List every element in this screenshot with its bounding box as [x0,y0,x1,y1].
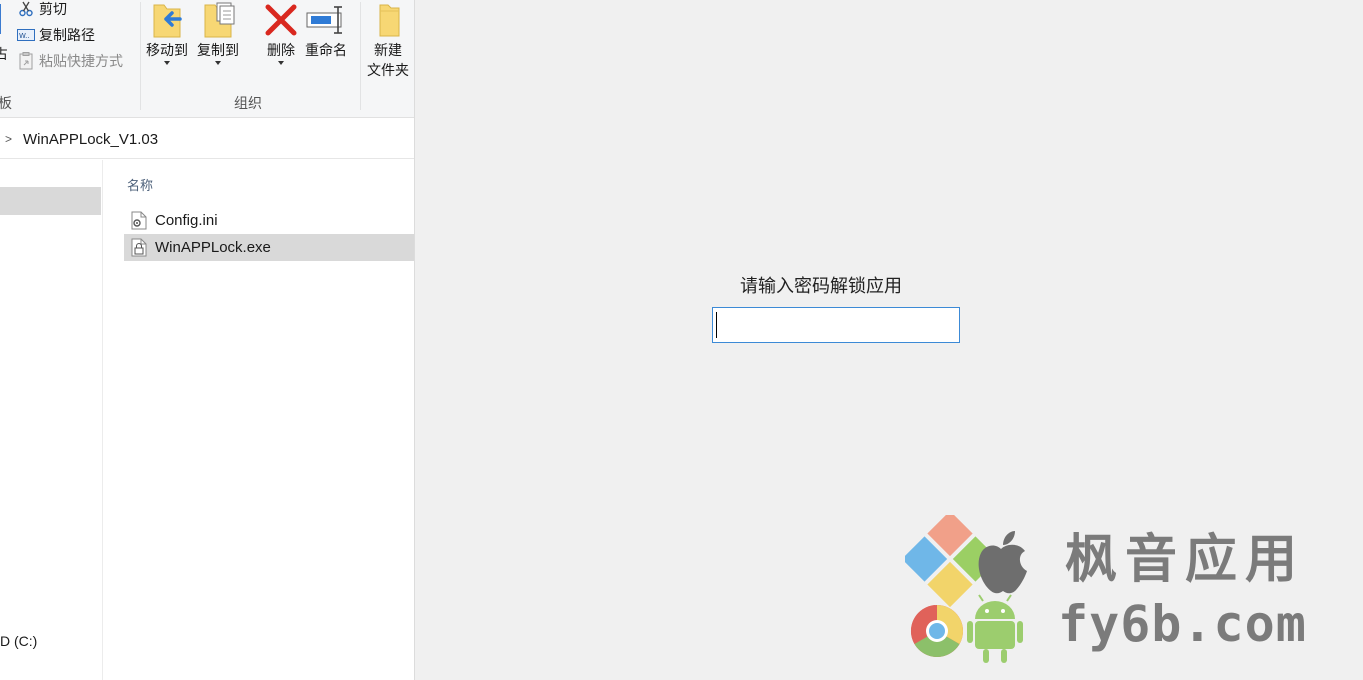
paste-icon-partial [0,4,1,34]
file-row-winapplock[interactable]: WinAPPLock.exe [124,234,414,261]
scissors-icon [17,0,35,18]
new-folder-label-line1: 新建 [374,42,402,58]
address-bar[interactable]: > WinAPPLock_V1.03 [0,122,414,159]
new-folder-button[interactable]: 新建 文件夹 [367,0,409,80]
move-to-label: 移动到 [146,42,188,58]
breadcrumb-path[interactable]: WinAPPLock_V1.03 [23,131,158,148]
new-folder-icon [368,0,408,40]
new-folder-label-line2: 文件夹 [367,62,409,78]
cut-button[interactable]: 剪切 [17,0,67,20]
rename-button[interactable]: 重命名 [305,0,347,60]
move-to-icon [147,0,187,40]
move-to-button[interactable]: 移动到 [146,0,188,65]
chrome-logo-icon [910,605,963,657]
file-list: 名称 Config.ini WinAPPLock.exe [104,160,414,680]
delete-label: 删除 [267,42,295,58]
watermark-logos [905,515,1027,663]
settings-file-icon [130,211,148,231]
ribbon-separator [140,2,141,110]
file-name: Config.ini [155,212,218,229]
nav-item-drive[interactable]: D (C:) [0,633,37,649]
organize-group-label: 组织 [234,95,262,111]
watermark-domain-text: fy6b.com [1058,595,1307,653]
watermark-brand-text: 枫音应用 [1065,530,1306,590]
breadcrumb-chevron-icon[interactable]: > [5,132,12,146]
delete-x-icon [261,0,301,40]
copy-to-icon [198,0,238,40]
cut-label: 剪切 [39,1,67,17]
paste-shortcut-icon [17,52,35,70]
move-to-dropdown-icon [164,61,170,65]
delete-button[interactable]: 删除 [261,0,301,65]
paste-shortcut-button[interactable]: 粘贴快捷方式 [17,50,123,72]
text-caret [716,312,717,338]
column-header-name[interactable]: 名称 [127,175,153,194]
paste-shortcut-label: 粘贴快捷方式 [39,53,123,69]
lock-prompt-label: 请输入密码解锁应用 [740,276,902,297]
svg-text:W..: W.. [19,32,30,40]
copy-path-button[interactable]: W.. 复制路径 [17,24,95,46]
copy-to-label: 复制到 [197,42,239,58]
file-explorer-window: 占 剪切 W.. 复制路径 粘贴快捷方式 板 [0,0,415,680]
copy-to-dropdown-icon [215,61,221,65]
rename-label: 重命名 [305,42,347,58]
password-input[interactable] [712,307,960,343]
delete-dropdown-icon [278,61,284,65]
apple-logo-icon [978,531,1027,594]
copy-path-icon: W.. [17,26,35,44]
lock-app-icon [130,238,148,258]
navigation-pane: D (C:) [0,160,103,680]
ribbon-separator [360,2,361,110]
copy-to-button[interactable]: 复制到 [197,0,239,65]
paste-button-partial[interactable]: 占 [0,44,8,64]
nav-selected-item[interactable] [0,187,101,215]
ribbon: 占 剪切 W.. 复制路径 粘贴快捷方式 板 [0,0,414,118]
file-row-config[interactable]: Config.ini [124,207,414,234]
file-name: WinAPPLock.exe [155,239,271,256]
copy-path-label: 复制路径 [39,27,95,43]
watermark: 枫音应用 fy6b.com [905,515,1325,675]
android-logo-icon [967,594,1023,663]
rename-icon [306,0,346,40]
clipboard-group-label: 板 [0,93,12,113]
